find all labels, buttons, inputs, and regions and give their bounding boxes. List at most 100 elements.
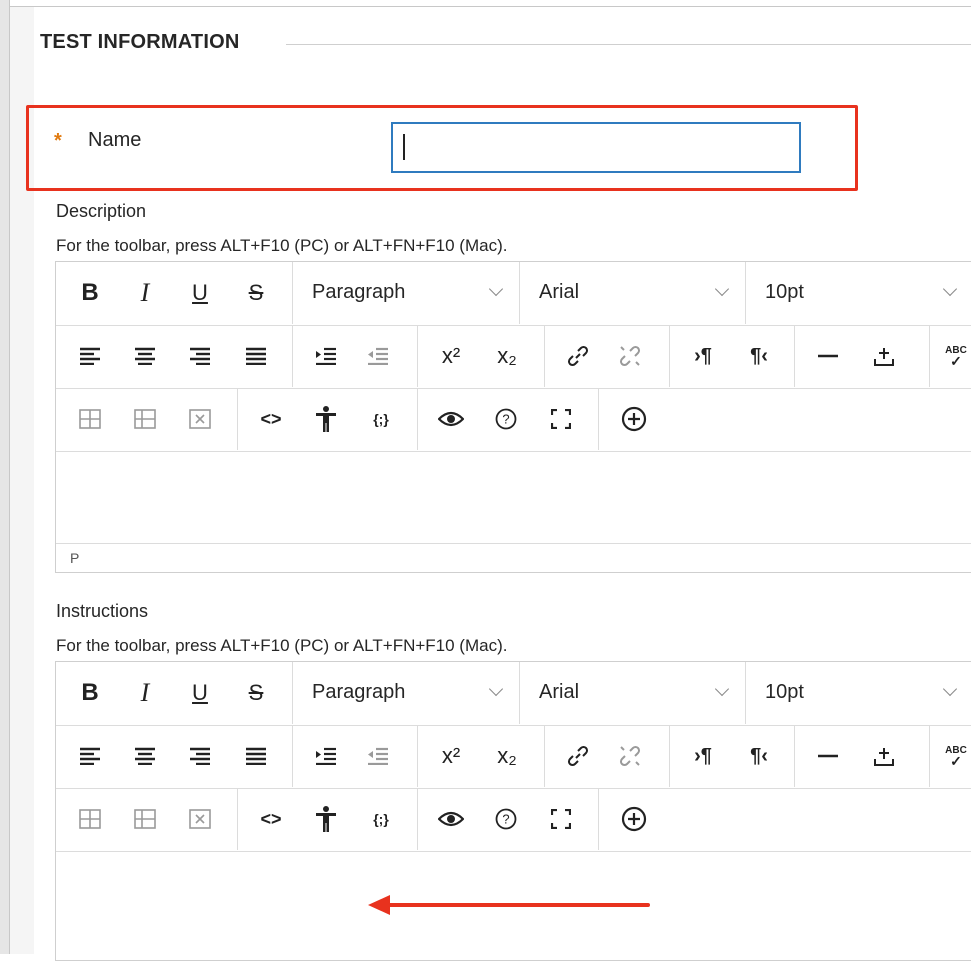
direction-group: ›¶ ¶‹ <box>669 725 795 787</box>
table-insert-icon[interactable] <box>70 798 110 840</box>
subscript-button[interactable]: x₂ <box>487 735 527 777</box>
direction-group: ›¶ ¶‹ <box>669 325 795 387</box>
font-family-value: Arial <box>539 681 580 703</box>
source-code-button[interactable]: {;} <box>361 398 401 440</box>
fullscreen-icon[interactable] <box>541 398 581 440</box>
script-group: x² x₂ <box>417 725 545 787</box>
outdent-icon[interactable] <box>358 335 398 377</box>
align-right-icon[interactable] <box>180 735 220 777</box>
underline-button[interactable]: U <box>180 672 220 714</box>
source-code-button[interactable]: {;} <box>361 798 401 840</box>
align-left-icon[interactable] <box>70 735 110 777</box>
align-justify-icon[interactable] <box>236 735 276 777</box>
block-format-select[interactable]: Paragraph <box>292 262 520 324</box>
fullscreen-icon[interactable] <box>541 798 581 840</box>
block-format-select[interactable]: Paragraph <box>292 662 520 724</box>
chevron-down-icon <box>488 681 504 697</box>
view-group: ? <box>417 388 599 450</box>
indent-group <box>292 725 418 787</box>
subscript-button[interactable]: x₂ <box>487 335 527 377</box>
underline-button[interactable]: U <box>180 272 220 314</box>
accessibility-icon[interactable] <box>306 398 346 440</box>
link-icon[interactable] <box>558 335 598 377</box>
svg-text:?: ? <box>502 412 509 427</box>
table-delete-icon[interactable] <box>180 398 220 440</box>
align-center-icon[interactable] <box>125 335 165 377</box>
element-path: P <box>70 550 80 566</box>
align-right-icon[interactable] <box>180 335 220 377</box>
ltr-button[interactable]: ›¶ <box>683 735 723 777</box>
font-size-value: 10pt <box>765 281 804 303</box>
font-family-value: Arial <box>539 281 580 303</box>
spellcheck-button[interactable]: ABC ✓ <box>936 735 971 777</box>
horizontal-rule-icon[interactable] <box>808 335 848 377</box>
strikethrough-button[interactable]: S <box>236 272 276 314</box>
superscript-button[interactable]: x² <box>431 735 471 777</box>
code-sample-button[interactable]: <> <box>251 398 291 440</box>
table-delete-icon[interactable] <box>180 798 220 840</box>
font-size-value: 10pt <box>765 681 804 703</box>
chevron-down-icon <box>942 681 958 697</box>
unlink-icon[interactable] <box>610 735 650 777</box>
font-family-select[interactable]: Arial <box>519 662 746 724</box>
italic-button[interactable]: I <box>125 272 165 314</box>
strikethrough-button[interactable]: S <box>236 672 276 714</box>
unlink-icon[interactable] <box>610 335 650 377</box>
outdent-icon[interactable] <box>358 735 398 777</box>
indent-icon[interactable] <box>306 735 346 777</box>
alignment-group <box>56 325 293 387</box>
text-caret <box>403 134 405 160</box>
rtl-button[interactable]: ¶‹ <box>739 735 779 777</box>
bold-button[interactable]: B <box>70 672 110 714</box>
add-content-icon[interactable] <box>614 798 654 840</box>
table-edit-icon[interactable] <box>125 398 165 440</box>
description-status-bar: P <box>56 543 971 573</box>
required-marker: * <box>54 130 62 152</box>
script-group: x² x₂ <box>417 325 545 387</box>
preview-eye-icon[interactable] <box>431 798 471 840</box>
table-edit-icon[interactable] <box>125 798 165 840</box>
help-icon[interactable]: ? <box>486 798 526 840</box>
font-size-select[interactable]: 10pt <box>745 662 971 724</box>
help-icon[interactable]: ? <box>486 398 526 440</box>
bold-button[interactable]: B <box>70 272 110 314</box>
horizontal-rule-icon[interactable] <box>808 735 848 777</box>
font-family-select[interactable]: Arial <box>519 262 746 324</box>
add-content-icon[interactable] <box>614 398 654 440</box>
spellcheck-button[interactable]: ABC ✓ <box>936 335 971 377</box>
check-icon: ✓ <box>950 753 962 769</box>
code-sample-button[interactable]: <> <box>251 798 291 840</box>
alignment-group <box>56 725 293 787</box>
italic-button[interactable]: I <box>125 672 165 714</box>
align-justify-icon[interactable] <box>236 335 276 377</box>
advanced-group: <> {;} <box>237 388 418 450</box>
ltr-button[interactable]: ›¶ <box>683 335 723 377</box>
insert-content-icon[interactable] <box>864 335 904 377</box>
check-icon: ✓ <box>950 353 962 369</box>
advanced-group: <> {;} <box>237 788 418 850</box>
align-left-icon[interactable] <box>70 335 110 377</box>
instructions-toolbar-hint: For the toolbar, press ALT+F10 (PC) or A… <box>56 636 508 655</box>
insert-content-icon[interactable] <box>864 735 904 777</box>
indent-icon[interactable] <box>306 335 346 377</box>
font-size-select[interactable]: 10pt <box>745 262 971 324</box>
description-content-area[interactable] <box>56 452 971 543</box>
description-toolbar-hint: For the toolbar, press ALT+F10 (PC) or A… <box>56 236 508 255</box>
toolbar-row-2: x² x₂ ›¶ ¶‹ ABC ✓ <box>56 325 971 389</box>
block-format-value: Paragraph <box>312 681 406 703</box>
text-style-group: B I U S <box>56 662 293 724</box>
name-input[interactable] <box>391 122 801 173</box>
rtl-button[interactable]: ¶‹ <box>739 335 779 377</box>
superscript-button[interactable]: x² <box>431 335 471 377</box>
toolbar-row-1: B I U S Paragraph Arial 10pt <box>56 662 971 726</box>
chevron-down-icon <box>942 281 958 297</box>
align-center-icon[interactable] <box>125 735 165 777</box>
link-icon[interactable] <box>558 735 598 777</box>
chevron-down-icon <box>488 281 504 297</box>
top-border <box>9 6 971 7</box>
table-insert-icon[interactable] <box>70 398 110 440</box>
table-group <box>56 388 238 450</box>
preview-eye-icon[interactable] <box>431 398 471 440</box>
accessibility-icon[interactable] <box>306 798 346 840</box>
svg-text:?: ? <box>502 812 509 827</box>
